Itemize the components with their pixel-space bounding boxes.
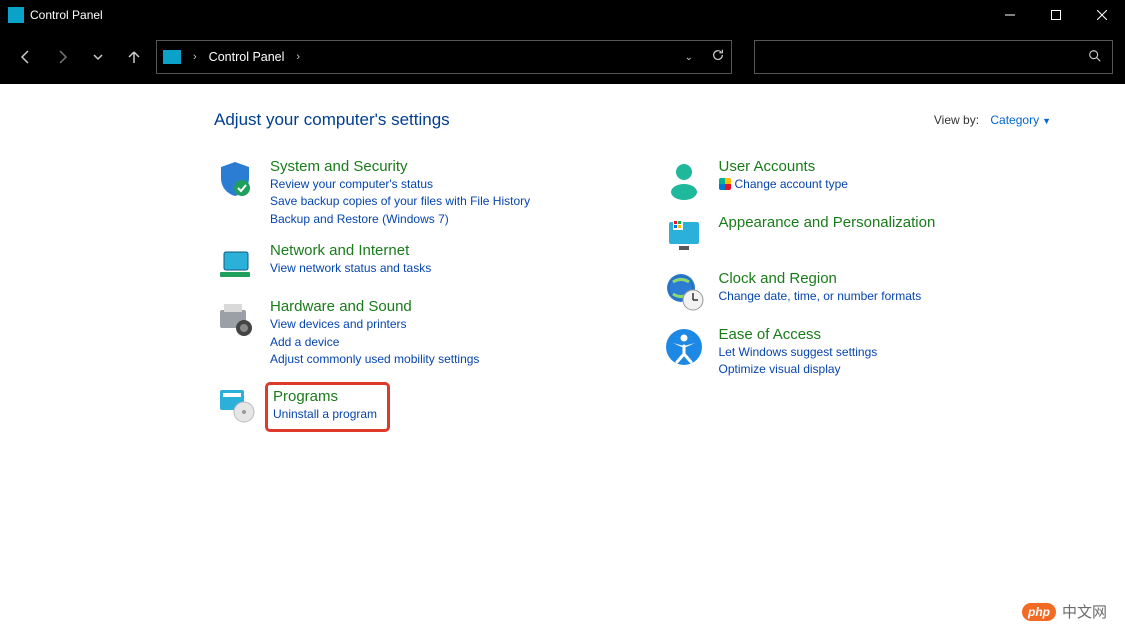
maximize-button[interactable]	[1033, 0, 1079, 30]
printer-camera-icon[interactable]	[214, 298, 256, 340]
view-by-control: View by: Category▼	[934, 113, 1051, 127]
category-system-security: System and Security Review your computer…	[214, 158, 603, 228]
control-panel-icon	[8, 7, 24, 23]
category-title[interactable]: Programs	[273, 388, 377, 405]
category-title[interactable]: Appearance and Personalization	[719, 214, 936, 231]
user-icon[interactable]	[663, 158, 705, 200]
category-title[interactable]: Ease of Access	[719, 326, 878, 343]
left-column: System and Security Review your computer…	[214, 158, 603, 446]
category-link[interactable]: Let Windows suggest settings	[719, 344, 878, 361]
address-bar-icon	[163, 50, 181, 64]
category-title[interactable]: System and Security	[270, 158, 530, 175]
accessibility-icon[interactable]	[663, 326, 705, 368]
breadcrumb-item[interactable]: Control Panel	[209, 50, 285, 64]
address-dropdown[interactable]: ⌄	[685, 52, 693, 63]
breadcrumb-separator: ›	[193, 51, 197, 63]
highlight-programs: Programs Uninstall a program	[265, 382, 390, 431]
category-hardware-sound: Hardware and Sound View devices and prin…	[214, 298, 603, 368]
title-bar: Control Panel	[0, 0, 1125, 30]
page-heading: Adjust your computer's settings	[214, 110, 450, 130]
right-column: User Accounts Change account type Appear…	[663, 158, 1052, 446]
category-ease-of-access: Ease of Access Let Windows suggest setti…	[663, 326, 1052, 379]
title-bar-left: Control Panel	[8, 7, 103, 23]
shield-check-icon[interactable]	[214, 158, 256, 200]
category-link[interactable]: Backup and Restore (Windows 7)	[270, 211, 530, 228]
navigation-row: › Control Panel › ⌄	[0, 30, 1125, 84]
category-programs: Programs Uninstall a program	[214, 382, 603, 431]
category-link[interactable]: Adjust commonly used mobility settings	[270, 351, 479, 368]
search-box[interactable]	[754, 40, 1113, 74]
history-dropdown[interactable]	[84, 43, 112, 71]
refresh-button[interactable]	[711, 48, 725, 67]
category-link[interactable]: Add a device	[270, 334, 479, 351]
minimize-button[interactable]	[987, 0, 1033, 30]
category-columns: System and Security Review your computer…	[214, 158, 1051, 446]
category-link[interactable]: Change date, time, or number formats	[719, 288, 922, 305]
window-controls	[987, 0, 1125, 30]
window-title: Control Panel	[30, 8, 103, 22]
category-user-accounts: User Accounts Change account type	[663, 158, 1052, 200]
search-icon[interactable]	[1088, 49, 1102, 66]
globe-network-icon[interactable]	[214, 242, 256, 284]
category-link[interactable]: View devices and printers	[270, 316, 479, 333]
category-title[interactable]: User Accounts	[719, 158, 848, 175]
category-link[interactable]: View network status and tasks	[270, 260, 431, 277]
category-link[interactable]: Review your computer's status	[270, 176, 530, 193]
address-bar[interactable]: › Control Panel › ⌄	[156, 40, 732, 74]
category-clock-region: Clock and Region Change date, time, or n…	[663, 270, 1052, 312]
watermark-logo: php	[1022, 603, 1056, 621]
content-header: Adjust your computer's settings View by:…	[214, 110, 1051, 130]
monitor-icon[interactable]	[663, 214, 705, 256]
category-network-internet: Network and Internet View network status…	[214, 242, 603, 284]
watermark: php 中文网	[1022, 601, 1107, 622]
content-area: Adjust your computer's settings View by:…	[0, 84, 1125, 446]
programs-disc-icon[interactable]	[214, 382, 256, 424]
category-link[interactable]: Optimize visual display	[719, 361, 878, 378]
category-appearance: Appearance and Personalization	[663, 214, 1052, 256]
category-link[interactable]: Change account type	[719, 176, 848, 193]
up-button[interactable]	[120, 43, 148, 71]
category-link[interactable]: Uninstall a program	[273, 406, 377, 423]
category-link[interactable]: Save backup copies of your files with Fi…	[270, 193, 530, 210]
clock-globe-icon[interactable]	[663, 270, 705, 312]
category-title[interactable]: Clock and Region	[719, 270, 922, 287]
chevron-down-icon: ▼	[1042, 116, 1051, 126]
view-by-dropdown[interactable]: Category▼	[990, 113, 1051, 127]
view-by-label: View by:	[934, 113, 979, 127]
forward-button[interactable]	[48, 43, 76, 71]
watermark-text: 中文网	[1062, 601, 1107, 622]
breadcrumb-separator: ›	[296, 51, 300, 63]
category-title[interactable]: Network and Internet	[270, 242, 431, 259]
search-input[interactable]	[765, 50, 1088, 64]
category-title[interactable]: Hardware and Sound	[270, 298, 479, 315]
back-button[interactable]	[12, 43, 40, 71]
close-button[interactable]	[1079, 0, 1125, 30]
